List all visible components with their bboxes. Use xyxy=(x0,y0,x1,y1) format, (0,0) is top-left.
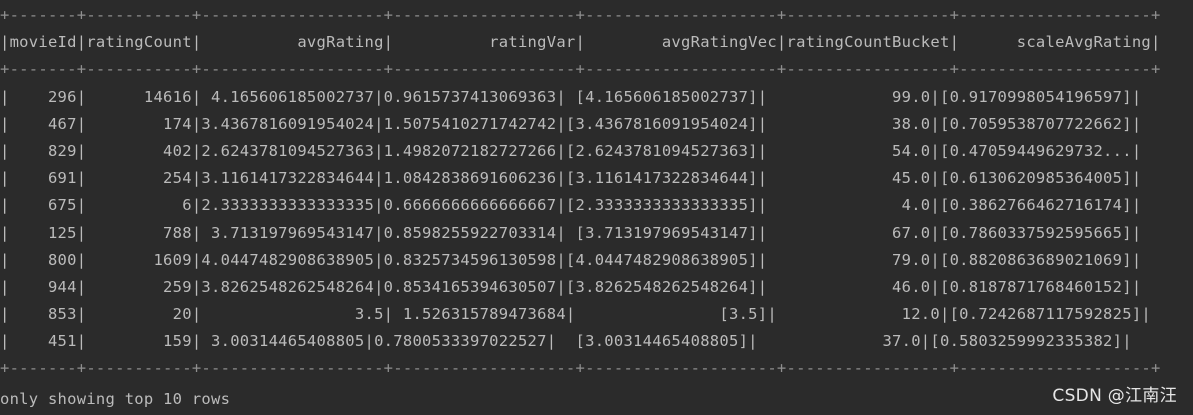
table-header-separator: +-------+-----------+-------------------… xyxy=(0,60,1161,79)
table-top-separator: +-------+-----------+-------------------… xyxy=(0,6,1161,24)
table-row: | 451| 159| 3.00314465408805|0.780053339… xyxy=(0,332,1132,351)
table-bottom-separator: +-------+-----------+-------------------… xyxy=(0,359,1161,378)
table-row: | 125| 788| 3.713197969543147|0.85982559… xyxy=(0,223,1142,242)
footer-note: only showing top 10 rows xyxy=(0,389,231,408)
table-row: | 467| 174|3.4367816091954024|1.50754102… xyxy=(0,114,1142,133)
table-row: | 691| 254|3.1161417322834644|1.08428386… xyxy=(0,169,1142,188)
table-row: | 296| 14616| 4.165606185002737|0.961573… xyxy=(0,87,1142,106)
table-row: | 800| 1609|4.0447482908638905|0.8325734… xyxy=(0,250,1142,269)
table-row: | 853| 20| 3.5| 1.526315789473684| [3.5]… xyxy=(0,305,1152,324)
table-header-row: |movieId|ratingCount| avgRating| ratingV… xyxy=(0,33,1161,52)
console-output: +-------+-----------+-------------------… xyxy=(0,0,1193,415)
table-row: | 944| 259|3.8262548262548264|0.85341653… xyxy=(0,277,1142,296)
table-row: | 829| 402|2.6243781094527363|1.49820721… xyxy=(0,141,1142,160)
table-row: | 675| 6|2.3333333333333335|0.6666666666… xyxy=(0,196,1142,215)
csdn-watermark: CSDN @江南汪 xyxy=(1052,386,1177,406)
